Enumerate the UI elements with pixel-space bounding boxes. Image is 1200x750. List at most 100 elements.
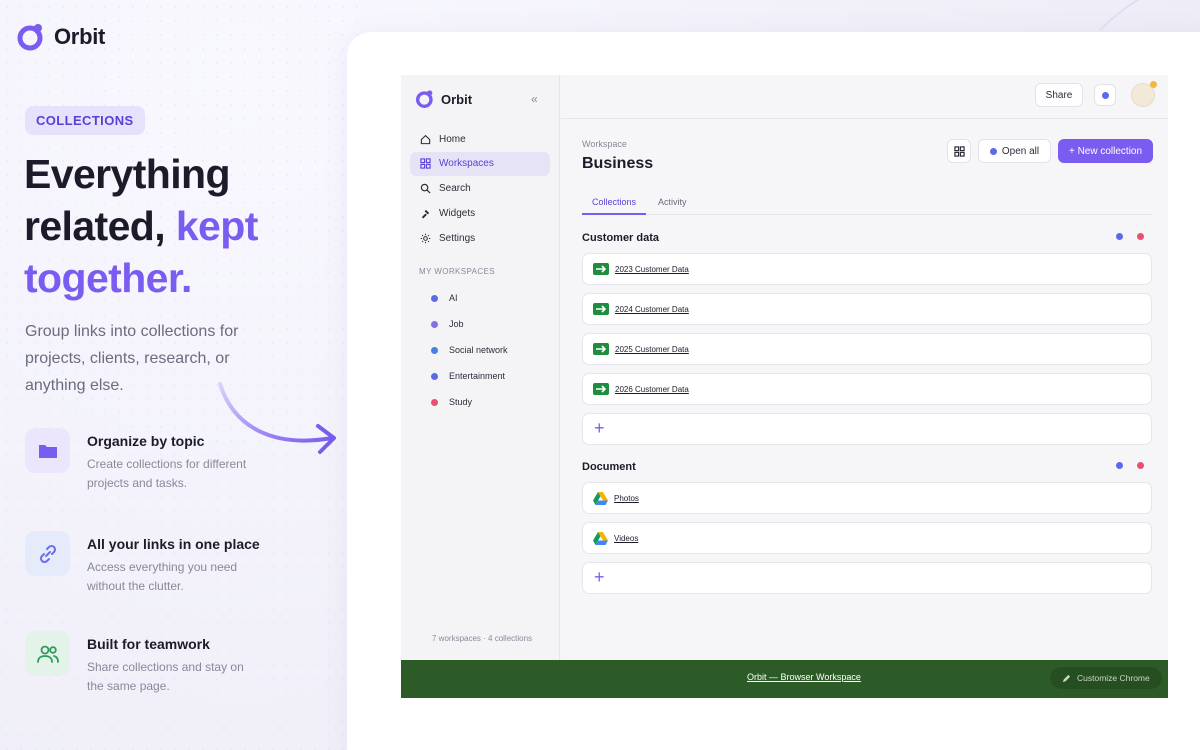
delete-icon[interactable] xyxy=(1137,233,1144,240)
workspace-label: Entertainment xyxy=(449,371,506,381)
headline-line-2b: kept xyxy=(175,203,259,249)
feature-title: All your links in one place xyxy=(87,536,260,552)
link-icon xyxy=(25,531,70,576)
link-item[interactable]: 2023 Customer Data xyxy=(582,253,1152,285)
sidebar-item-workspaces[interactable]: Workspaces xyxy=(410,151,550,176)
sheets-icon xyxy=(593,263,609,275)
section-title-document: Document xyxy=(582,461,636,473)
section-actions xyxy=(1116,233,1144,240)
edit-icon[interactable] xyxy=(1116,233,1123,240)
sidebar-item-label: Settings xyxy=(439,232,476,244)
share-button[interactable]: Share xyxy=(1035,83,1083,107)
workspace-icon xyxy=(431,294,438,302)
headline-line-2a: related, xyxy=(24,203,166,249)
sidebar-footer: 7 workspaces · 4 collections xyxy=(432,634,533,643)
link-item[interactable]: Photos xyxy=(582,482,1152,514)
avatar[interactable] xyxy=(1131,81,1157,107)
workspace-icon xyxy=(431,372,438,380)
headline: Everything related, kept together. xyxy=(24,148,354,304)
decorative-arc xyxy=(1099,0,1140,31)
sheets-icon xyxy=(593,303,609,315)
brand-name: Orbit xyxy=(54,24,106,49)
page-title: Business xyxy=(582,155,654,172)
sheets-icon xyxy=(593,343,609,355)
link-title[interactable]: 2026 Customer Data xyxy=(615,385,689,394)
tabs: Collections Activity xyxy=(582,195,1152,215)
headline-line-1: Everything xyxy=(24,151,230,197)
link-title[interactable]: Photos xyxy=(614,494,639,503)
workspace-item-ai[interactable]: AI xyxy=(431,285,508,311)
tab-activity[interactable]: Activity xyxy=(658,197,687,215)
delete-icon[interactable] xyxy=(1137,462,1144,469)
workspace-link[interactable]: Orbit — Browser Workspace xyxy=(747,672,861,682)
workspace-icon xyxy=(431,398,438,406)
collections-badge: COLLECTIONS xyxy=(25,106,145,135)
link-item[interactable]: 2026 Customer Data xyxy=(582,373,1152,405)
feature-teamwork: Built for teamwork Share collections and… xyxy=(25,631,257,696)
headline-line-3: together. xyxy=(24,255,192,301)
brand[interactable]: Orbit xyxy=(16,22,105,52)
grid-icon xyxy=(953,145,965,157)
topbar: Share xyxy=(561,75,1168,119)
new-collection-button[interactable]: + New collection xyxy=(1058,139,1153,163)
main-content: Share Workspace Business Open all + New … xyxy=(561,75,1168,660)
section-title-customer-data: Customer data xyxy=(582,232,660,244)
add-link-button[interactable]: + xyxy=(582,413,1152,445)
sidebar-item-label: Home xyxy=(439,133,466,145)
grid-view-button[interactable] xyxy=(947,139,971,163)
workspace-item-job[interactable]: Job xyxy=(431,311,508,337)
customize-label: Customize Chrome xyxy=(1077,673,1150,683)
avatar-status-badge xyxy=(1150,81,1157,88)
sidebar-item-search[interactable]: Search xyxy=(410,177,550,201)
widgets-icon xyxy=(421,209,430,219)
open-all-label: Open all xyxy=(1001,145,1040,157)
workspaces-list: AI Job Social network Entertainment Stud… xyxy=(431,285,508,415)
breadcrumb: Workspace xyxy=(582,139,627,149)
workspace-item-entertainment[interactable]: Entertainment xyxy=(431,363,508,389)
add-link-button[interactable]: + xyxy=(582,562,1152,594)
sidebar: Orbit « Home Workspaces Search Widgets S… xyxy=(401,75,560,660)
collapse-sidebar-button[interactable]: « xyxy=(531,92,538,106)
link-title[interactable]: Videos xyxy=(614,534,638,543)
feature-desc: Access everything you need without the c… xyxy=(87,560,238,593)
pencil-icon xyxy=(1062,674,1071,682)
feature-links: All your links in one place Access every… xyxy=(25,531,260,596)
workspace-item-study[interactable]: Study xyxy=(431,389,508,415)
feature-organize: Organize by topic Create collections for… xyxy=(25,428,257,493)
users-icon xyxy=(25,631,70,676)
workspace-label: Social network xyxy=(449,345,508,355)
link-item[interactable]: 2024 Customer Data xyxy=(582,293,1152,325)
sidebar-item-settings[interactable]: Settings xyxy=(410,226,550,250)
open-all-button[interactable]: Open all xyxy=(978,139,1051,163)
workspace-item-social-network[interactable]: Social network xyxy=(431,337,508,363)
sidebar-item-label: Workspaces xyxy=(439,158,494,170)
link-item[interactable]: 2025 Customer Data xyxy=(582,333,1152,365)
drive-icon xyxy=(593,531,608,545)
gear-icon xyxy=(420,233,431,243)
workspace-icon xyxy=(431,346,438,354)
tab-collections[interactable]: Collections xyxy=(582,197,647,215)
app-window: Orbit « Home Workspaces Search Widgets S… xyxy=(401,75,1168,698)
grid-icon xyxy=(420,158,431,169)
workspace-label: Job xyxy=(449,319,464,329)
open-all-icon xyxy=(989,147,997,155)
link-item[interactable]: Videos xyxy=(582,522,1152,554)
drive-icon xyxy=(593,491,608,505)
sidebar-brand[interactable]: Orbit xyxy=(415,89,472,109)
customize-chrome-button[interactable]: Customize Chrome xyxy=(1050,667,1162,689)
home-icon xyxy=(420,134,431,144)
link-title[interactable]: 2023 Customer Data xyxy=(615,265,689,274)
search-icon xyxy=(420,183,431,194)
feature-title: Organize by topic xyxy=(87,433,205,449)
folder-icon xyxy=(25,428,70,473)
edit-icon[interactable] xyxy=(1116,462,1123,469)
link-title[interactable]: 2025 Customer Data xyxy=(615,345,689,354)
link-title[interactable]: 2024 Customer Data xyxy=(615,305,689,314)
sidebar-item-widgets[interactable]: Widgets xyxy=(410,201,550,225)
sidebar-brand-name: Orbit xyxy=(441,91,473,107)
sidebar-item-label: Widgets xyxy=(439,207,476,219)
sheets-icon xyxy=(593,383,609,395)
extension-button[interactable] xyxy=(1094,84,1116,106)
sidebar-item-home[interactable]: Home xyxy=(410,127,550,151)
workspace-label: AI xyxy=(449,293,458,303)
